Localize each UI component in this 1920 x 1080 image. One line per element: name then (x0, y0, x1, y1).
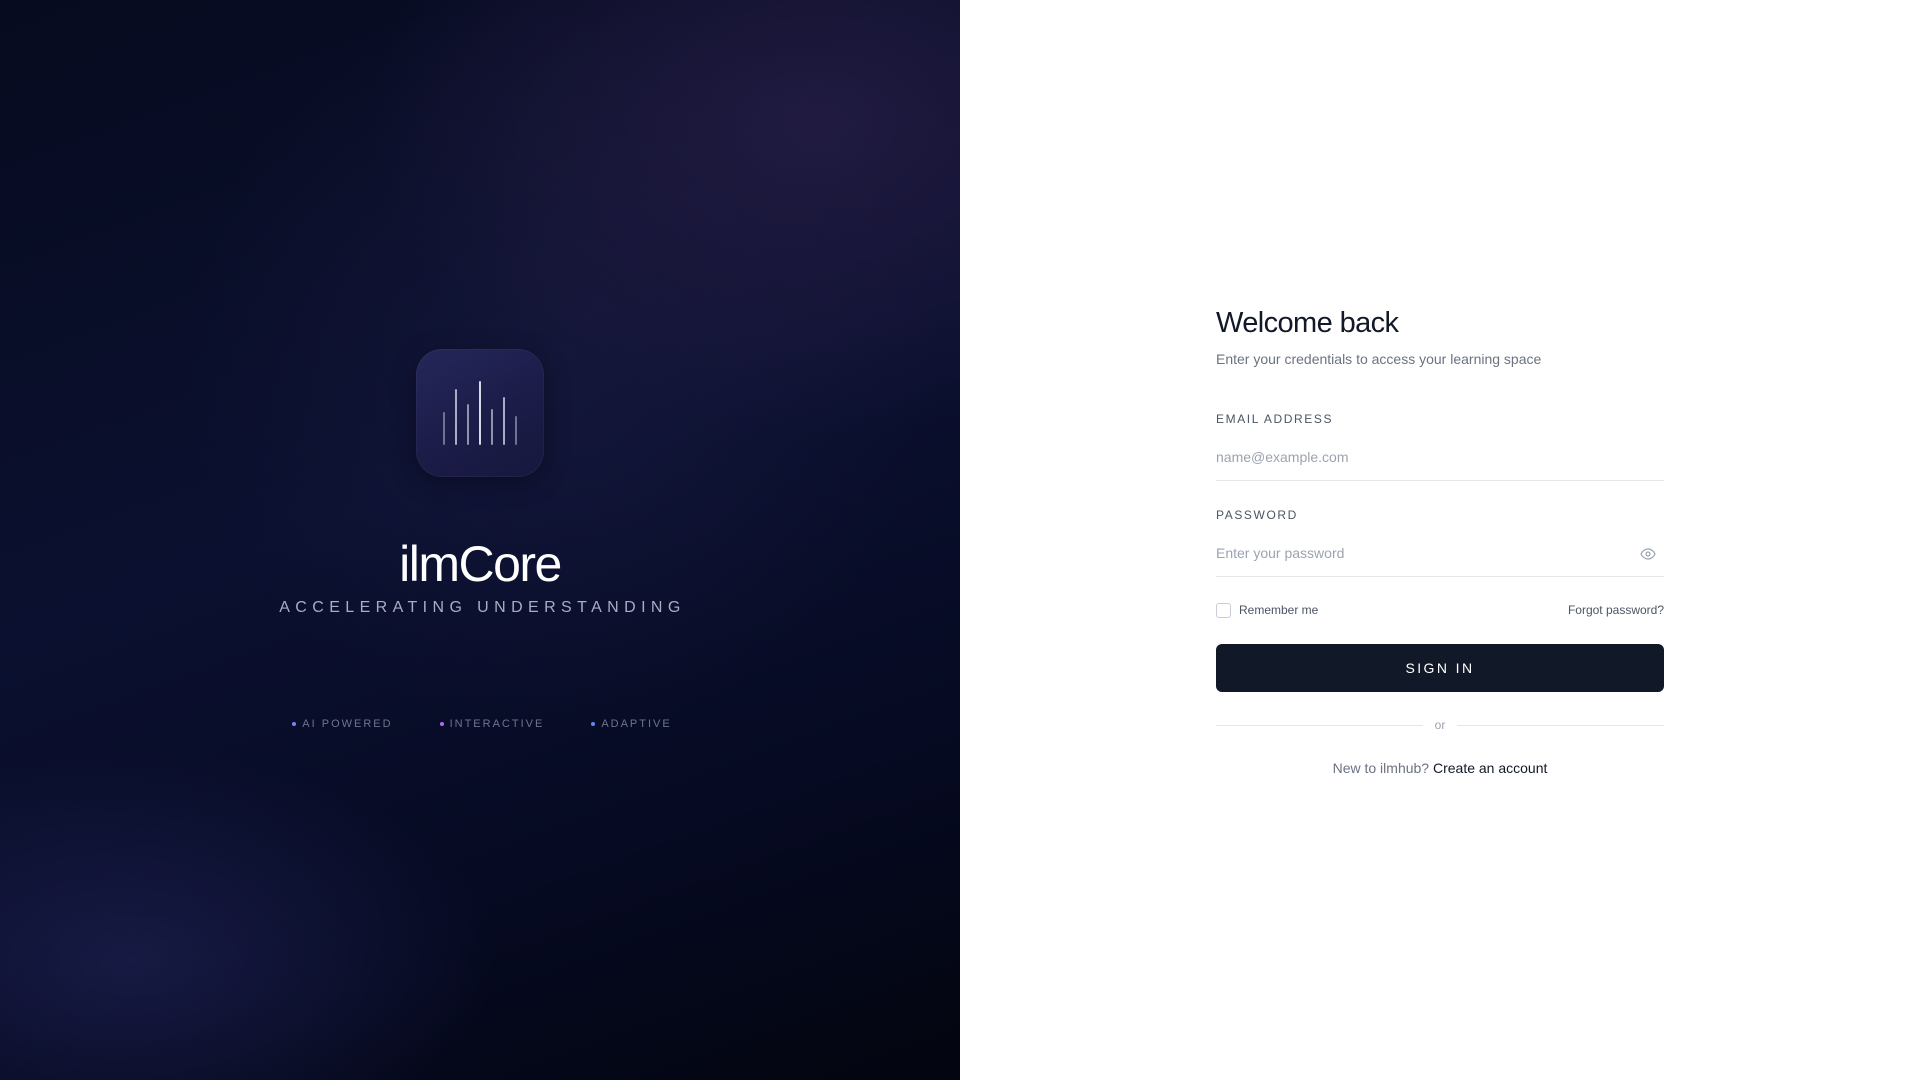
signup-prompt: New to ilmhub? (1332, 760, 1433, 776)
feature-interactive: INTERACTIVE (439, 717, 545, 731)
logo (416, 349, 544, 477)
options-row: Remember me Forgot password? (1216, 601, 1664, 619)
brand-name: ilmCore (399, 536, 562, 592)
feature-label: ADAPTIVE (601, 718, 672, 730)
feature-label: AI POWERED (302, 718, 393, 730)
brand-tagline: ACCELERATING UNDERSTANDING (279, 599, 686, 616)
form-subtitle: Enter your credentials to access your le… (1216, 351, 1542, 367)
create-account-link[interactable]: Create an account (1433, 760, 1547, 776)
email-label: EMAIL ADDRESS (1216, 412, 1334, 426)
sign-in-button[interactable]: SIGN IN (1216, 644, 1664, 692)
bullet-dot-icon (439, 722, 444, 726)
remember-me[interactable]: Remember me (1216, 602, 1319, 618)
feature-label: INTERACTIVE (449, 718, 545, 730)
divider-line (1457, 724, 1665, 726)
feature-list: AI POWERED INTERACTIVE ADAPTIVE (0, 717, 960, 731)
password-field-row (1216, 533, 1664, 577)
bullet-dot-icon (591, 722, 596, 726)
feature-ai-powered: AI POWERED (292, 717, 392, 731)
bullet-dot-icon (292, 722, 297, 726)
form-panel: Welcome back Enter your credentials to a… (960, 0, 1920, 1080)
eye-icon[interactable] (1640, 547, 1656, 561)
audio-bars-icon (443, 381, 517, 445)
login-page: ilmCore ACCELERATING UNDERSTANDING AI PO… (0, 0, 1920, 1080)
brand-panel: ilmCore ACCELERATING UNDERSTANDING AI PO… (0, 0, 960, 1080)
email-input[interactable] (1216, 437, 1664, 481)
remember-label: Remember me (1239, 603, 1319, 617)
password-input[interactable] (1216, 533, 1664, 577)
signup-row: New to ilmhub? Create an account (1216, 759, 1664, 777)
divider-label: or (1434, 718, 1446, 732)
divider-line (1216, 724, 1423, 726)
forgot-password-link[interactable]: Forgot password? (1568, 603, 1664, 617)
remember-checkbox[interactable] (1216, 602, 1231, 618)
email-field-row (1216, 437, 1664, 481)
password-label: PASSWORD (1216, 508, 1298, 522)
login-form: Welcome back Enter your credentials to a… (1216, 300, 1665, 777)
form-title: Welcome back (1216, 307, 1399, 339)
divider: or (1216, 717, 1665, 733)
feature-adaptive: ADAPTIVE (591, 717, 671, 731)
